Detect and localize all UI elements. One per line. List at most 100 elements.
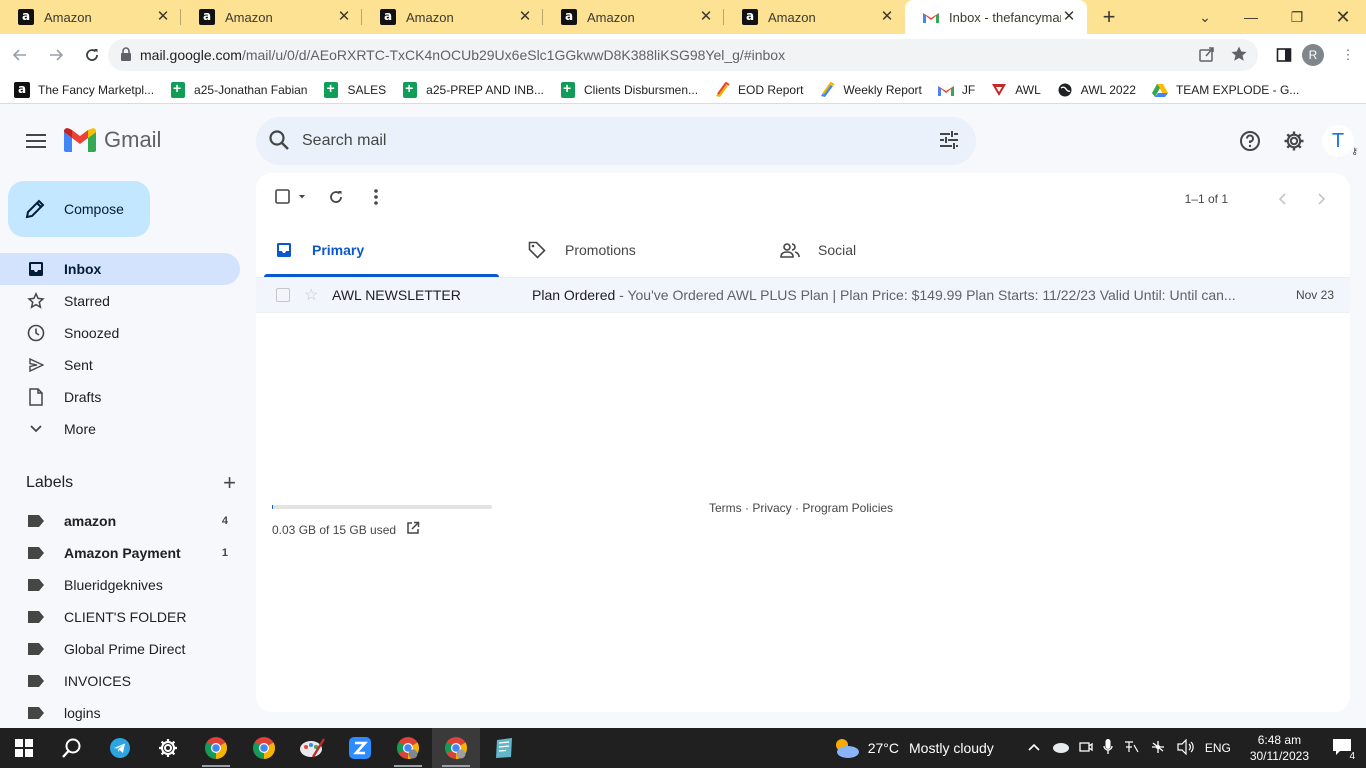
- chrome-profile-icon[interactable]: [432, 728, 480, 768]
- bookmark-item[interactable]: a25-Jonathan Fabian: [170, 80, 307, 98]
- gmail-logo[interactable]: Gmail: [64, 127, 161, 153]
- volume-icon[interactable]: [1177, 738, 1195, 758]
- new-tab-button[interactable]: +: [1087, 0, 1131, 34]
- tab-close-icon[interactable]: ✕: [1061, 9, 1077, 25]
- main-menu-icon[interactable]: [16, 121, 56, 161]
- browser-tab[interactable]: a Amazon ✕: [362, 0, 543, 34]
- label-item[interactable]: Blueridgeknives: [0, 569, 240, 601]
- share-icon[interactable]: [1198, 45, 1216, 66]
- tab-close-icon[interactable]: ✕: [698, 9, 714, 25]
- bookmark-item[interactable]: AWL 2022: [1057, 82, 1136, 98]
- add-label-icon[interactable]: +: [223, 472, 236, 494]
- bookmark-item[interactable]: JF: [937, 82, 975, 98]
- label-item[interactable]: Global Prime Direct: [0, 633, 240, 665]
- forward-button[interactable]: [40, 39, 72, 71]
- bookmark-star-icon[interactable]: [1230, 45, 1248, 66]
- bookmark-item[interactable]: AWL: [991, 82, 1041, 98]
- windows-start-icon[interactable]: [0, 728, 48, 768]
- search-options-icon[interactable]: [938, 129, 960, 154]
- footer-links[interactable]: Terms · Privacy · Program Policies: [709, 501, 893, 515]
- taskbar-clock[interactable]: 6:48 am 30/11/2023: [1250, 732, 1309, 764]
- restore-button[interactable]: ❐: [1274, 0, 1320, 34]
- bookmark-item[interactable]: EOD Report: [714, 81, 803, 98]
- settings-gear-icon[interactable]: [1274, 121, 1314, 161]
- label-item[interactable]: Amazon Payment 1: [0, 537, 240, 569]
- notifications-icon[interactable]: 4: [1332, 738, 1356, 762]
- label-item[interactable]: INVOICES: [0, 665, 240, 697]
- input-method-icon[interactable]: [1123, 740, 1139, 757]
- tab-primary[interactable]: Primary: [264, 223, 499, 277]
- external-link-icon[interactable]: [406, 521, 420, 538]
- search-bar[interactable]: [256, 117, 976, 165]
- more-options-icon[interactable]: [362, 183, 390, 211]
- nav-item-starred[interactable]: Starred: [0, 285, 240, 317]
- profile-avatar[interactable]: R: [1302, 44, 1324, 66]
- zoom-icon[interactable]: [336, 728, 384, 768]
- chevron-right-icon[interactable]: [1308, 185, 1336, 213]
- search-icon[interactable]: [268, 129, 290, 154]
- search-input[interactable]: [302, 132, 902, 150]
- browser-tab[interactable]: a Amazon ✕: [0, 0, 181, 34]
- nav-item-more[interactable]: More: [0, 413, 240, 445]
- label-item[interactable]: logins: [0, 697, 240, 729]
- tab-close-icon[interactable]: ✕: [517, 9, 533, 25]
- browser-tab[interactable]: a Amazon ✕: [543, 0, 724, 34]
- select-all-checkbox[interactable]: [270, 183, 310, 211]
- bookmark-item[interactable]: SALES: [323, 80, 386, 98]
- chevron-left-icon[interactable]: [1268, 185, 1296, 213]
- close-window-button[interactable]: ✕: [1320, 0, 1366, 34]
- tab-close-icon[interactable]: ✕: [336, 9, 352, 25]
- tab-social[interactable]: Social: [770, 223, 1005, 277]
- browser-tab[interactable]: a Amazon ✕: [181, 0, 362, 34]
- browser-menu-icon[interactable]: ⋮: [1332, 39, 1364, 71]
- microphone-icon[interactable]: [1103, 738, 1113, 758]
- bookmark-item[interactable]: Weekly Report: [819, 81, 922, 98]
- tab-close-icon[interactable]: ✕: [155, 9, 171, 25]
- reload-button[interactable]: [76, 39, 108, 71]
- account-avatar[interactable]: T ⚷: [1322, 125, 1358, 157]
- storage-bar-fill: [272, 505, 274, 509]
- star-icon[interactable]: ☆: [304, 285, 318, 305]
- chrome-icon[interactable]: [192, 728, 240, 768]
- settings-gear-icon[interactable]: [144, 728, 192, 768]
- nav-item-snoozed[interactable]: Snoozed: [0, 317, 240, 349]
- bookmark-item[interactable]: TEAM EXPLODE - G...: [1151, 82, 1299, 98]
- browser-tab[interactable]: a Amazon ✕: [724, 0, 905, 34]
- onedrive-cloud-icon[interactable]: [1051, 741, 1069, 756]
- address-bar[interactable]: mail.google.com/mail/u/0/d/AEoRXRTC-TxCK…: [108, 39, 1258, 71]
- help-icon[interactable]: [1230, 121, 1270, 161]
- compose-button[interactable]: Compose: [8, 181, 150, 237]
- tab-promotions[interactable]: Promotions: [517, 223, 752, 277]
- bookmark-item[interactable]: Clients Disbursmen...: [560, 80, 698, 98]
- nav-item-sent[interactable]: Sent: [0, 349, 240, 381]
- paint-icon[interactable]: [288, 728, 336, 768]
- lock-icon[interactable]: [120, 46, 132, 64]
- notepad-icon[interactable]: [480, 728, 528, 768]
- nav-item-drafts[interactable]: Drafts: [0, 381, 240, 413]
- label-item[interactable]: amazon 4: [0, 505, 240, 537]
- back-button[interactable]: [4, 39, 36, 71]
- chevron-up-icon[interactable]: [1027, 741, 1041, 755]
- telegram-icon[interactable]: [96, 728, 144, 768]
- side-panel-icon[interactable]: [1268, 39, 1300, 71]
- bookmark-item[interactable]: a25-PREP AND INB...: [402, 80, 544, 98]
- weather-widget[interactable]: 27°C Mostly cloudy: [832, 737, 994, 759]
- refresh-icon[interactable]: [322, 183, 350, 211]
- label-item[interactable]: CLIENT'S FOLDER: [0, 601, 240, 633]
- network-icon[interactable]: [1149, 739, 1167, 758]
- nav-item-inbox[interactable]: Inbox: [0, 253, 240, 285]
- tab-close-icon[interactable]: ✕: [879, 9, 895, 25]
- browser-tab-active[interactable]: Inbox - thefancymark ✕: [905, 0, 1087, 34]
- search-icon[interactable]: [48, 728, 96, 768]
- language-indicator[interactable]: ENG: [1205, 741, 1231, 755]
- tab-search-icon[interactable]: ⌄: [1182, 0, 1228, 34]
- bookmark-item[interactable]: a The Fancy Marketpl...: [14, 81, 154, 98]
- chrome-profile-icon[interactable]: [384, 728, 432, 768]
- chrome-icon[interactable]: [240, 728, 288, 768]
- email-row[interactable]: ☆ AWL NEWSLETTER Plan Ordered - You've O…: [256, 277, 1350, 313]
- row-checkbox[interactable]: [276, 288, 290, 302]
- gmail-header: Gmail T ⚷: [0, 109, 1366, 173]
- meet-now-icon[interactable]: [1079, 740, 1093, 757]
- sheets-icon: [170, 80, 186, 98]
- minimize-button[interactable]: —: [1228, 0, 1274, 34]
